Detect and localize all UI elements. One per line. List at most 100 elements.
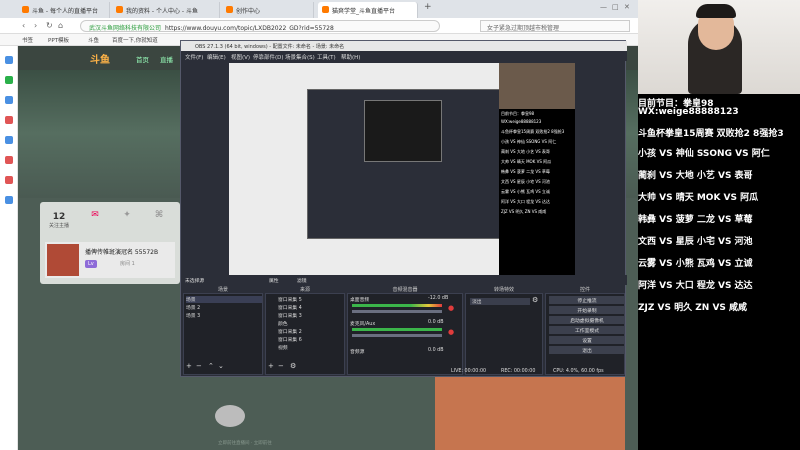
tab-bar: 斗鱼 - 每个人的直播平台 我的资料 - 个人中心 - 斗鱼 创作中心 猫爽学堂… [0, 0, 638, 18]
browser-sidebar [0, 46, 18, 450]
source-item[interactable]: 窗口采集 2 [278, 328, 302, 335]
sidebar-app-icon[interactable] [5, 136, 13, 144]
sidebar-app-icon[interactable] [5, 156, 13, 164]
source-toolbar: 未选择源 属性 滤镜 [181, 275, 627, 285]
no-source-label: 未选择源 [185, 279, 205, 284]
source-item[interactable]: 窗口采集 4 [278, 304, 302, 311]
minimize-icon[interactable]: — [600, 3, 607, 11]
webcam-feed [638, 0, 800, 94]
start-recording-button[interactable]: 开始录制 [549, 306, 625, 314]
overlay-match: 小孩 VS 神仙 SSONG VS 阿仁 [638, 149, 770, 159]
overlay-tournament: 斗鱼杯拳皇15周赛 双败抢2 8强抢3 [638, 129, 784, 139]
stat-follow[interactable]: 12 关注主播 [44, 212, 74, 229]
footer-logo [215, 405, 245, 427]
preview-nested-obs [307, 89, 501, 239]
tab-creator-center[interactable]: 创作中心 [222, 2, 314, 18]
douyu-icon [322, 6, 329, 13]
settings-button[interactable]: 设置 [549, 336, 625, 344]
virtual-camera-button[interactable]: 启动虚拟摄像机 [549, 316, 625, 324]
sidebar-app-icon[interactable] [5, 76, 13, 84]
home-icon[interactable]: ⌂ [58, 21, 63, 30]
studio-mode-button[interactable]: 工作室模式 [549, 326, 625, 334]
new-tab-button[interactable]: + [424, 2, 432, 12]
tab-live-room[interactable]: 猫爽学堂_斗鱼直播平台 [318, 2, 418, 18]
source-item[interactable]: 视频 [278, 344, 288, 351]
properties-button[interactable]: 属性 [269, 277, 279, 284]
room-card[interactable]: 播俾传帷斑演冠名 55572B Lv 房间 1 [45, 242, 175, 278]
overlay-match: ZJZ VS 明久 ZN VS 咸咸 [638, 303, 748, 313]
menu-tools[interactable]: 工具(T) [317, 53, 336, 61]
douyu-icon [22, 6, 29, 13]
overlay-match: 蔺刹 VS 大地 小艺 VS 表哥 [638, 171, 753, 181]
mute-icon[interactable]: ● [448, 328, 454, 336]
obs-window: OBS 27.1.3 (64 bit, windows) - 配置文件: 未命名… [180, 40, 627, 377]
user-card: 12 关注主播 ✉ ✦ ⌘ 播俾传帷斑演冠名 55572B Lv 房间 1 [40, 202, 180, 284]
douyu-icon [116, 6, 123, 13]
nav-home[interactable]: 首页 [136, 54, 149, 64]
stream-overlay: 目前节目：拳皇98 WX:weige88888123 斗鱼杯拳皇15周赛 双败抢… [638, 94, 800, 450]
tab-douyu-home[interactable]: 斗鱼 - 每个人的直播平台 [18, 2, 110, 18]
nav-live[interactable]: 直播 [160, 54, 173, 64]
transition-settings-icon[interactable]: ⚙ [532, 296, 538, 304]
scene-item[interactable]: 场景 3 [186, 312, 200, 319]
menu-docks[interactable]: 停靠部件(D) [253, 53, 284, 61]
mixer-title: 音频混音器 [392, 287, 418, 293]
source-item[interactable]: 窗口采集 5 [278, 296, 302, 303]
menu-view[interactable]: 视图(V) [231, 53, 250, 61]
sidebar-app-icon[interactable] [5, 176, 13, 184]
obs-preview[interactable]: 目前节目：拳皇98 WX:weige88888123 斗鱼杯拳皇15周赛 双败抢… [229, 63, 575, 275]
source-item[interactable]: 窗口采集 3 [278, 312, 302, 319]
volume-slider[interactable] [352, 310, 442, 313]
site-logo[interactable]: 斗鱼 [90, 51, 110, 66]
filters-button[interactable]: 滤镜 [297, 277, 307, 284]
bookmark-item[interactable]: 书签 [22, 36, 33, 44]
close-icon[interactable]: ✕ [624, 3, 630, 11]
menu-scene-collection[interactable]: 场景集合(S) [285, 53, 315, 61]
url-input[interactable]: 武汉斗鱼网络科技有限公司 https://www.douyu.com/topic/… [80, 20, 440, 32]
mute-icon[interactable]: ● [448, 304, 454, 312]
douyu-icon [226, 6, 233, 13]
scenes-title: 场景 [217, 287, 228, 293]
maximize-icon[interactable]: □ [612, 3, 619, 11]
source-item[interactable]: 窗口采集 6 [278, 336, 302, 343]
tab-profile[interactable]: 我的资料 - 个人中心 - 斗鱼 [112, 2, 220, 18]
gift-icon[interactable]: ⌘ [144, 210, 174, 220]
bookmark-item[interactable]: 百度一下,你就知道 [112, 36, 158, 44]
footer-text: 立即前往直播间 · 立即前往 [218, 441, 272, 446]
back-icon[interactable]: ‹ [22, 21, 25, 30]
search-input[interactable]: 女子紧急过期顶越市税管理 [480, 20, 630, 32]
source-item[interactable]: 颜色 [278, 320, 288, 327]
forward-icon[interactable]: › [34, 21, 37, 30]
sidebar-app-icon[interactable] [5, 96, 13, 104]
transitions-title: 转场特效 [493, 287, 514, 293]
message-icon[interactable]: ✉ [80, 210, 110, 220]
scenes-dock: 场景 场景 场景 2 场景 3 + − ⌃ ⌄ [183, 287, 263, 375]
bookmark-item[interactable]: 斗鱼 [88, 36, 99, 44]
scene-item[interactable]: 场景 2 [186, 304, 200, 311]
sidebar-app-icon[interactable] [5, 116, 13, 124]
overlay-match: 文西 VS 星辰 小宅 VS 河池 [638, 237, 753, 247]
overlay-match: 韩彝 VS 菠萝 二龙 VS 草莓 [638, 215, 753, 225]
volume-slider[interactable] [352, 334, 442, 337]
volume-meter [352, 328, 442, 331]
mixer-level: 0.0 dB [428, 320, 444, 325]
url-text: https://www.douyu.com/topic/LXDB2022_GD?… [165, 25, 334, 32]
stop-streaming-button[interactable]: 停止推流 [549, 296, 625, 304]
menu-edit[interactable]: 编辑(E) [207, 53, 226, 61]
overlay-match: 大帅 VS 晴天 MOK VS 阿瓜 [638, 193, 759, 203]
sources-dock: 来源 窗口采集 5 窗口采集 4 窗口采集 3 颜色 窗口采集 2 窗口采集 6… [265, 287, 345, 375]
overlay-match: 阿洋 VS 大口 程龙 VS 达达 [638, 281, 753, 291]
refresh-icon[interactable]: ↻ [46, 21, 53, 30]
task-icon[interactable]: ✦ [112, 210, 142, 220]
scene-item[interactable]: 场景 [186, 296, 262, 303]
bookmark-item[interactable]: PPT模板 [48, 36, 69, 44]
sidebar-app-icon[interactable] [5, 196, 13, 204]
menu-file[interactable]: 文件(F) [185, 53, 203, 61]
sidebar-app-icon[interactable] [5, 56, 13, 64]
transition-select[interactable]: 淡出 [470, 298, 530, 305]
address-bar: ‹ › ↻ ⌂ 武汉斗鱼网络科技有限公司 https://www.douyu.co… [0, 18, 638, 34]
exit-button[interactable]: 退出 [549, 346, 625, 354]
menu-help[interactable]: 帮助(H) [341, 53, 360, 61]
transitions-dock: 转场特效 淡出 ⚙ [465, 287, 543, 375]
live-timer: LIVE: 00:00:00 [451, 369, 487, 374]
